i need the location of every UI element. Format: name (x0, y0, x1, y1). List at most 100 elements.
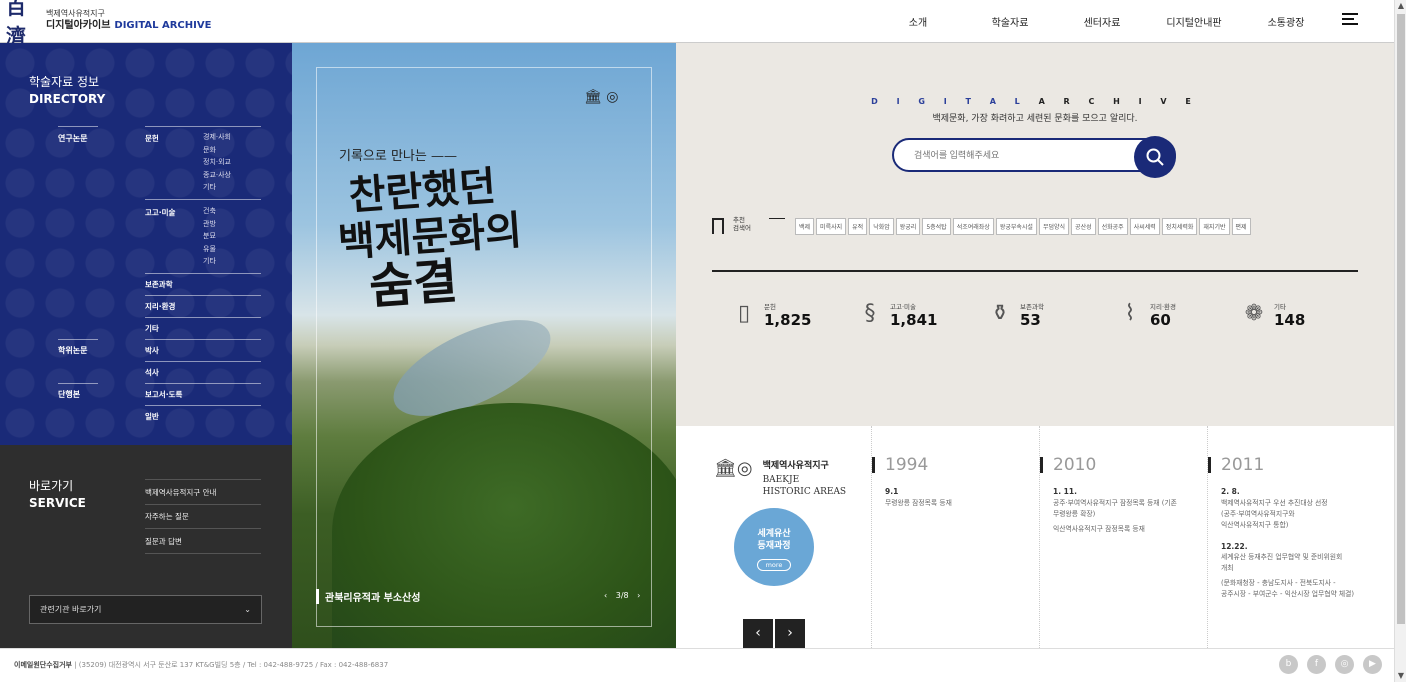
tile-icon: ❁ (1244, 301, 1264, 326)
recommended-label: 추천 검색어 (733, 216, 751, 232)
tag[interactable]: 석조여래좌상 (952, 218, 994, 235)
nav-about[interactable]: 소개 (872, 14, 964, 29)
leaf-artifact[interactable]: 유물 (203, 243, 216, 256)
scroll-thumb[interactable] (1397, 14, 1405, 624)
tag[interactable]: 낙화암 (869, 218, 894, 235)
stat-archaeology[interactable]: § 고고·미술 1,841 (858, 299, 938, 329)
timeline-2010: 1. 11. 공주·부여역사유적지구 잠정목록 등재 (기존 무령왕릉 확장) … (1053, 487, 1177, 533)
dir-report[interactable]: 보고서·도록 (145, 389, 182, 400)
nav-center[interactable]: 센터자료 (1056, 14, 1148, 29)
facebook-icon[interactable]: f (1307, 655, 1326, 674)
baekje-historic-areas: 🏛◎ 백제역사유적지구 BAEKJE HISTORIC AREAS (714, 458, 847, 497)
directory-panel: 학술자료 정보 DIRECTORY 연구논문 문헌 경제·사회 문화 정치·외교… (0, 43, 292, 445)
tag[interactable]: 백제 (795, 218, 815, 235)
logo-subtitle: 백제역사유적지구 (46, 9, 105, 18)
leaf-culture[interactable]: 문화 (203, 144, 231, 157)
dir-general[interactable]: 일반 (145, 411, 159, 422)
leaf-etc[interactable]: 기타 (203, 181, 231, 194)
dir-doctor[interactable]: 박사 (145, 345, 159, 356)
email-refusal-link[interactable]: 이메일원단수집거부 (14, 661, 72, 669)
dir-books[interactable]: 단행본 (58, 389, 80, 400)
nav-digital-board[interactable]: 디지털안내판 (1148, 14, 1240, 29)
more-button[interactable]: more (756, 559, 792, 571)
unesco-icon: 🏛◎ (714, 458, 753, 479)
app-root: 百濟 백제역사유적지구 디지털아카이브 DIGITAL ARCHIVE 소개 학술… (0, 0, 1406, 682)
stat-conservation[interactable]: ⚱ 보존과학 53 (988, 299, 1044, 329)
hamburger-menu-icon[interactable] (1342, 13, 1358, 27)
dir-master[interactable]: 석사 (145, 367, 159, 378)
hero-slider[interactable]: 🏛 ◎ 기록으로 만나는 —— 찬란했던 백제문화의 숨결 관북리유적과 부소산… (292, 43, 676, 648)
site-logo[interactable]: 百濟 백제역사유적지구 디지털아카이브 DIGITAL ARCHIVE (6, 0, 211, 48)
tag[interactable]: 공산성 (1071, 218, 1096, 235)
directory-title: 학술자료 정보 DIRECTORY (29, 75, 106, 106)
bookmark-icon (712, 218, 724, 234)
dir-literature-leaves: 경제·사회 문화 정치·외교 종교·사상 기타 (203, 131, 231, 194)
tag[interactable]: 선화공주 (1097, 218, 1128, 235)
footer-address: 이메일원단수집거부 | (35209) 대전광역시 서구 둔산로 137 KT&… (14, 661, 389, 669)
tag[interactable]: 미륵사지 (816, 218, 847, 235)
pager-next-icon[interactable]: › (637, 591, 640, 600)
registration-process-button[interactable]: 세계유산 등재과정 more (734, 508, 814, 586)
tag[interactable]: 왕궁부속시설 (995, 218, 1037, 235)
leaf-architecture[interactable]: 건축 (203, 205, 216, 218)
divider (712, 270, 1358, 272)
main-nav: 소개 학술자료 센터자료 디지털안내판 소통광장 (872, 0, 1332, 43)
social-links: b f ◎ ▶ (1270, 655, 1382, 674)
service-link-faq[interactable]: 자주하는 질문 (145, 504, 261, 529)
leaf-etc-2[interactable]: 기타 (203, 255, 216, 268)
leaf-politics[interactable]: 정치·외교 (203, 156, 231, 169)
dir-etc[interactable]: 기타 (145, 323, 159, 334)
digital-archive-subtitle: 백제문화, 가장 화려하고 세련된 문화를 모으고 알리다. (932, 114, 1138, 124)
youtube-icon[interactable]: ▶ (1363, 655, 1382, 674)
tag[interactable]: 유적 (848, 218, 868, 235)
dir-geography[interactable]: 지리·환경 (145, 301, 175, 312)
scroll-down-icon[interactable]: ▼ (1395, 670, 1406, 682)
nav-academic[interactable]: 학술자료 (964, 14, 1056, 29)
tag[interactable]: 사씨세력 (1129, 218, 1160, 235)
hero-caption: 관북리유적과 부소산성 (316, 589, 420, 604)
dir-archaeology[interactable]: 고고·미술 (145, 207, 175, 218)
stat-literature[interactable]: ▯ 문헌 1,825 (732, 299, 812, 329)
chevron-left-icon[interactable]: ‹ (743, 619, 773, 649)
footer: 이메일원단수집거부 | (35209) 대전광역시 서구 둔산로 137 KT&… (0, 648, 1394, 682)
leaf-tomb[interactable]: 분묘 (203, 230, 216, 243)
year-1994: 1994 (872, 457, 928, 474)
leaf-religion[interactable]: 종교·사상 (203, 169, 231, 182)
tag[interactable]: 무덤양식 (1038, 218, 1070, 235)
search-section: D I G I T A L A R C H I V E 백제문화, 가장 화려하… (676, 43, 1394, 426)
search-button[interactable] (1134, 136, 1176, 178)
chevron-right-icon[interactable]: › (775, 619, 805, 649)
related-org-select[interactable]: 관련기관 바로가기 ⌄ (29, 595, 262, 624)
dir-degree-papers[interactable]: 학위논문 (58, 345, 87, 356)
dir-research-papers[interactable]: 연구논문 (58, 133, 87, 144)
dir-conservation[interactable]: 보존과학 (145, 279, 173, 290)
stat-geography[interactable]: ⌇ 지리·환경 60 (1118, 299, 1176, 329)
service-link-guide[interactable]: 백제역사유적지구 안내 (145, 479, 261, 505)
related-org-label: 관련기관 바로가기 (40, 605, 102, 614)
blog-icon[interactable]: b (1279, 655, 1298, 674)
search-icon (1146, 148, 1164, 166)
tag[interactable]: 왕궁리 (895, 218, 921, 235)
world-heritage-timeline: 🏛◎ 백제역사유적지구 BAEKJE HISTORIC AREAS 세계유산 등재… (676, 426, 1394, 649)
dragon-icon: § (864, 301, 876, 326)
timeline-nav: ‹ › (743, 619, 807, 649)
year-2011: 2011 (1208, 457, 1264, 474)
timeline-2011: 2. 8. 백제역사유적지구 우선 추진대상 선정 (공주·부여역사유적지구와 … (1221, 487, 1355, 598)
tag[interactable]: 정치세력화 (1161, 218, 1198, 235)
page-scrollbar[interactable]: ▲ ▼ (1394, 0, 1406, 682)
year-2010: 2010 (1040, 457, 1096, 474)
instagram-icon[interactable]: ◎ (1335, 655, 1354, 674)
stat-etc[interactable]: ❁ 기타 148 (1242, 299, 1306, 329)
tag[interactable]: 편제 (1231, 218, 1251, 235)
scroll-up-icon[interactable]: ▲ (1395, 0, 1406, 12)
service-link-qna[interactable]: 질문과 답변 (145, 529, 261, 554)
leaf-economy[interactable]: 경제·사회 (203, 131, 231, 144)
header: 百濟 백제역사유적지구 디지털아카이브 DIGITAL ARCHIVE 소개 학술… (0, 0, 1394, 48)
leaf-defense[interactable]: 관방 (203, 218, 216, 231)
dir-literature[interactable]: 문헌 (145, 133, 159, 144)
logo-mark: 百濟 (6, 0, 26, 48)
nav-community[interactable]: 소통광장 (1240, 14, 1332, 29)
tag[interactable]: 5층석탑 (922, 218, 951, 235)
tag[interactable]: 재지기반 (1199, 218, 1230, 235)
pager-prev-icon[interactable]: ‹ (604, 591, 607, 600)
